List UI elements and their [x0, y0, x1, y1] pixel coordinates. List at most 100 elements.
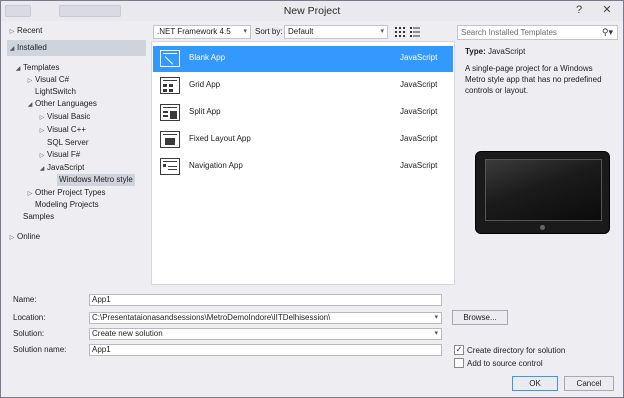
template-navigation-app[interactable]: Navigation App JavaScript	[153, 154, 453, 180]
blank-app-icon	[160, 50, 180, 67]
tree-item-javascript[interactable]: ◢ JavaScript	[37, 162, 85, 174]
tree-label: SQL Server	[47, 138, 89, 147]
chevron-down-icon: ▾	[380, 28, 384, 35]
grid-view-icon[interactable]	[394, 26, 406, 38]
template-name: Navigation App	[189, 161, 243, 170]
location-value: C:\Presentataionasandsessions\MetroDemoI…	[92, 313, 331, 322]
title-bar: New Project ? ✕	[1, 1, 623, 21]
template-language: JavaScript	[400, 107, 438, 116]
type-value: JavaScript	[487, 47, 526, 56]
collapsed-arrow-icon: ▷	[27, 78, 33, 84]
search-templates-input[interactable]: Search Installed Templates ⚲▾	[457, 25, 618, 40]
solution-select[interactable]: Create new solution ▾	[89, 328, 442, 340]
tree-label: Visual F#	[47, 150, 81, 159]
solution-name-field[interactable]: App1	[89, 344, 442, 356]
tree-item-windows-metro-style[interactable]: Windows Metro style	[57, 174, 135, 186]
sort-label: Sort by:	[255, 27, 283, 36]
name-field[interactable]: App1	[89, 294, 442, 306]
tree-label: JavaScript	[47, 163, 85, 172]
tablet-home-button	[540, 225, 545, 230]
new-project-dialog: New Project ? ✕ ▷ Recent ◢ Installed ◢ Temp…	[0, 0, 624, 398]
window-title: New Project	[283, 5, 341, 17]
template-split-app[interactable]: Split App JavaScript	[153, 100, 453, 126]
template-language: JavaScript	[400, 53, 438, 62]
tree-item-visual-basic[interactable]: ▷ Visual Basic	[37, 111, 91, 123]
split-app-icon	[160, 104, 180, 121]
tree-label: Templates	[23, 63, 60, 72]
nav-recent[interactable]: ▷ Recent	[7, 23, 146, 39]
tree-item-visual-fsharp[interactable]: ▷ Visual F#	[37, 149, 81, 161]
tree-item-other-languages[interactable]: ◢ Other Languages	[25, 98, 97, 110]
tree-item-lightswitch[interactable]: LightSwitch	[35, 86, 76, 98]
template-name: Fixed Layout App	[189, 134, 251, 143]
collapsed-arrow-icon: ▷	[9, 235, 15, 241]
framework-value: .NET Framework 4.5	[157, 27, 231, 36]
tree-label: LightSwitch	[35, 87, 76, 96]
tree-label: Other Languages	[35, 99, 97, 108]
chevron-down-icon: ▾	[434, 330, 438, 337]
tree-label: Modeling Projects	[35, 200, 99, 209]
expanded-arrow-icon: ◢	[9, 46, 15, 52]
cancel-button[interactable]: Cancel	[564, 376, 614, 391]
template-list: Blank App JavaScript Grid App JavaScript…	[151, 41, 455, 285]
nav-online-label: Online	[17, 232, 41, 241]
close-button[interactable]: ✕	[599, 3, 615, 17]
tablet-preview-image	[475, 151, 610, 234]
list-view-icon[interactable]	[409, 26, 421, 38]
tree-label: Other Project Types	[35, 188, 106, 197]
template-language: JavaScript	[400, 80, 438, 89]
framework-select[interactable]: .NET Framework 4.5 ▾	[153, 25, 251, 39]
search-icon[interactable]: ⚲▾	[602, 26, 613, 39]
nav-online[interactable]: ▷ Online	[7, 229, 146, 245]
template-type: Type: JavaScript	[465, 47, 525, 56]
tree-item-visual-csharp[interactable]: ▷ Visual C#	[25, 74, 69, 86]
location-field[interactable]: C:\Presentataionasandsessions\MetroDemoI…	[89, 312, 442, 324]
tree-item-sql-server[interactable]: SQL Server	[47, 137, 89, 149]
template-description: A single-page project for a Windows Metr…	[465, 64, 602, 95]
tree-label: Windows Metro style	[59, 175, 133, 184]
help-button[interactable]: ?	[571, 3, 587, 17]
tree-item-modeling-projects[interactable]: Modeling Projects	[35, 199, 99, 211]
template-name: Grid App	[189, 80, 221, 89]
ok-button[interactable]: OK	[512, 376, 558, 391]
expanded-arrow-icon: ◢	[39, 166, 45, 172]
tree-label: Visual C++	[47, 125, 86, 134]
tree-item-visual-cpp[interactable]: ▷ Visual C++	[37, 124, 86, 136]
template-language: JavaScript	[400, 161, 438, 170]
chevron-down-icon: ▾	[243, 28, 247, 35]
template-name: Split App	[189, 107, 221, 116]
solution-name-label: Solution name:	[13, 345, 67, 354]
chevron-down-icon: ▾	[434, 314, 438, 321]
sort-value: Default	[288, 27, 314, 36]
fixed-layout-app-icon	[160, 131, 180, 148]
template-blank-app[interactable]: Blank App JavaScript	[153, 46, 453, 72]
tree-label: Visual C#	[35, 75, 70, 84]
nav-installed[interactable]: ◢ Installed	[7, 40, 146, 56]
tree-item-other-project-types[interactable]: ▷ Other Project Types	[25, 187, 106, 199]
nav-installed-label: Installed	[17, 43, 47, 52]
tablet-screen	[485, 159, 602, 221]
tree-item-templates[interactable]: ◢ Templates	[13, 62, 60, 74]
sort-select[interactable]: Default ▾	[284, 25, 388, 39]
expanded-arrow-icon: ◢	[27, 102, 33, 108]
collapsed-arrow-icon: ▷	[39, 115, 45, 121]
navigation-app-icon	[160, 158, 180, 175]
nav-recent-label: Recent	[17, 26, 43, 35]
tree-item-samples[interactable]: Samples	[23, 211, 54, 223]
search-placeholder: Search Installed Templates	[461, 28, 557, 37]
collapsed-arrow-icon: ▷	[39, 153, 45, 159]
template-grid-app[interactable]: Grid App JavaScript	[153, 73, 453, 99]
collapsed-arrow-icon: ▷	[9, 29, 15, 35]
tree-label: Visual Basic	[47, 112, 91, 121]
create-directory-label: Create directory for solution	[467, 346, 566, 355]
solution-label: Solution:	[13, 329, 45, 338]
expanded-arrow-icon: ◢	[15, 66, 21, 72]
collapsed-arrow-icon: ▷	[39, 128, 45, 134]
browse-button[interactable]: Browse...	[452, 310, 508, 325]
template-name: Blank App	[189, 53, 226, 62]
add-source-control-label: Add to source control	[467, 359, 543, 368]
add-source-control-checkbox[interactable]	[454, 358, 464, 368]
template-language: JavaScript	[400, 134, 438, 143]
create-directory-checkbox[interactable]: ✓	[454, 345, 464, 355]
template-fixed-layout-app[interactable]: Fixed Layout App JavaScript	[153, 127, 453, 153]
